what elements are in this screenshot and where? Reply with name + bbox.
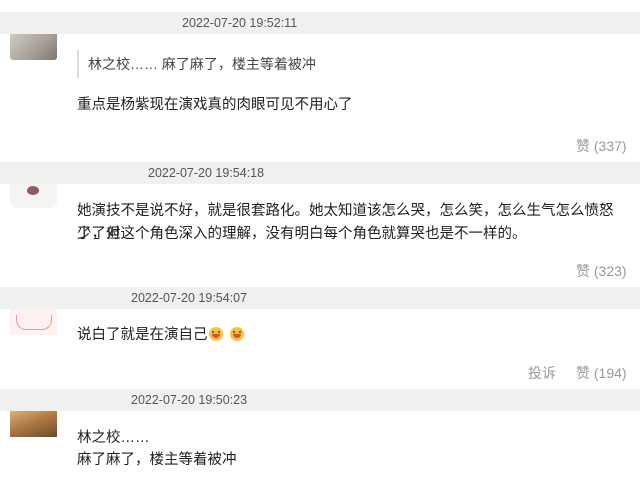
- comment-text-line: 林之校……: [77, 430, 150, 446]
- comment-text: 说白了就是在演自己: [77, 324, 244, 347]
- avatar[interactable]: [10, 411, 57, 437]
- like-button[interactable]: 赞 (337): [576, 136, 627, 156]
- comment-timestamp: 2022-07-20 19:54:07: [131, 291, 248, 305]
- comment-header-bar: [0, 389, 640, 411]
- avatar[interactable]: [10, 184, 57, 208]
- comment-header-bar: [0, 287, 640, 309]
- like-button[interactable]: 赞 (194): [576, 363, 627, 383]
- comment-header-bar: [0, 162, 640, 184]
- comment-text-content: 说白了就是在演自己: [77, 327, 208, 343]
- comment-timestamp: 2022-07-20 19:50:23: [131, 393, 248, 407]
- avatar[interactable]: [10, 34, 57, 60]
- quoted-reply: 林之校…… 麻了麻了，楼主等着被冲: [77, 50, 316, 78]
- like-button[interactable]: 赞 (323): [576, 261, 627, 281]
- comment-text: 重点是杨紫现在演戏真的肉眼可见不用心了: [77, 97, 353, 113]
- comment-timestamp: 2022-07-20 19:54:18: [148, 166, 265, 180]
- laughing-face-icon: [229, 327, 244, 341]
- avatar-cartoon-icon: [16, 315, 52, 330]
- report-button[interactable]: 投诉: [528, 363, 556, 383]
- laughing-face-icon: [208, 327, 223, 341]
- avatar-figure-icon: [27, 186, 39, 195]
- comment-text-line: 麻了麻了，楼主等着被冲: [77, 452, 237, 468]
- comment-header-bar: [0, 12, 640, 34]
- avatar[interactable]: [10, 309, 57, 335]
- comment-timestamp: 2022-07-20 19:52:11: [182, 16, 298, 30]
- comment-text-line: 少了对这个角色深入的理解，没有明白每个角色就算哭也是不一样的。: [77, 226, 527, 242]
